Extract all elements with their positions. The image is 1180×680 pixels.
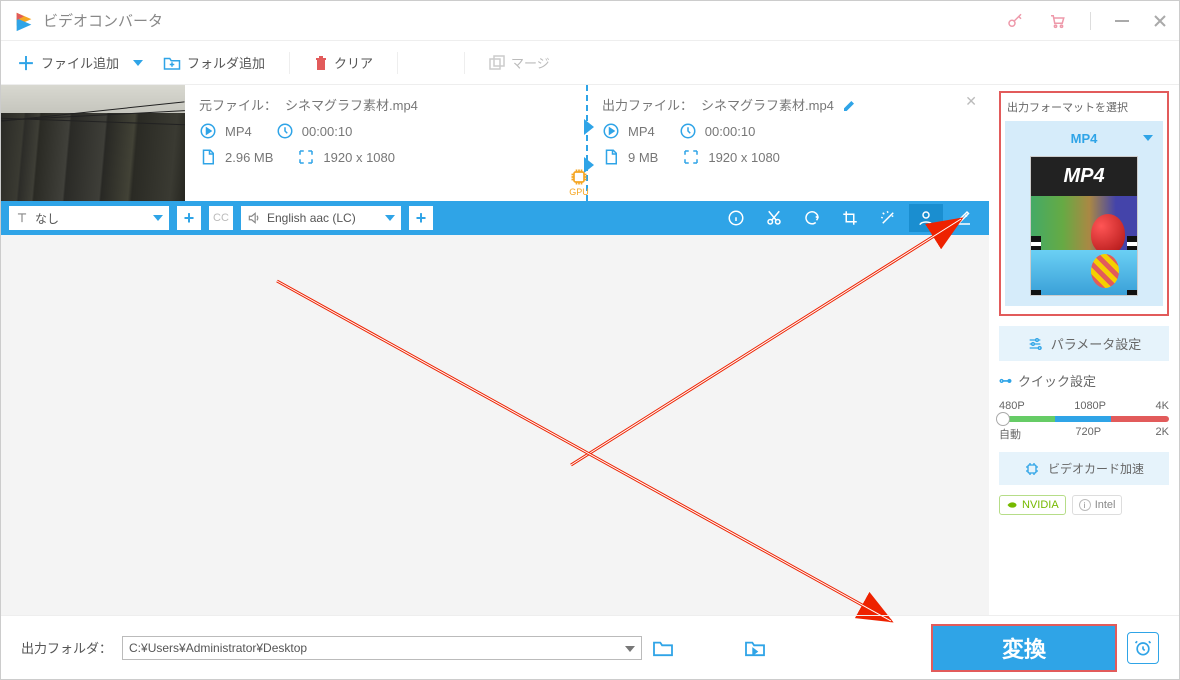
file-icon — [199, 148, 217, 166]
browse-folder-icon[interactable] — [652, 639, 674, 657]
crop-tool-icon[interactable] — [833, 204, 867, 232]
source-column: 元ファイル： シネマグラフ素材.mp4 MP4 00:00:10 2.96 MB… — [185, 85, 586, 201]
merge-button[interactable]: マージ — [481, 49, 558, 76]
source-size: 2.96 MB — [225, 150, 273, 165]
clock-icon — [679, 122, 697, 140]
info-tool-icon[interactable] — [719, 204, 753, 232]
add-file-button[interactable]: ＋ ファイル追加 — [9, 46, 127, 80]
empty-area — [1, 235, 989, 615]
add-file-label: ファイル追加 — [41, 53, 119, 72]
merge-label: マージ — [511, 53, 550, 72]
cart-icon[interactable] — [1048, 12, 1066, 30]
merge-icon — [489, 55, 505, 71]
chevron-down-icon — [1143, 135, 1153, 141]
clear-label: クリア — [334, 53, 373, 72]
open-output-icon[interactable] — [744, 639, 766, 657]
plus-icon: ＋ — [17, 50, 35, 76]
source-resolution: 1920 x 1080 — [323, 150, 395, 165]
source-file-name: シネマグラフ素材.mp4 — [285, 95, 418, 114]
source-format: MP4 — [225, 124, 252, 139]
slider-thumb[interactable] — [996, 412, 1010, 426]
output-format: MP4 — [628, 124, 655, 139]
annotation-arrow-2 — [271, 275, 911, 635]
key-icon[interactable] — [1006, 12, 1024, 30]
convert-button[interactable]: 変換 — [931, 624, 1117, 672]
format-label: 出力フォーマットを選択 — [1005, 97, 1163, 121]
footer-bar: 出力フォルダ： C:¥Users¥Administrator¥Desktop 変… — [1, 615, 1179, 679]
cut-tool-icon[interactable] — [757, 204, 791, 232]
param-settings-button[interactable]: パラメータ設定 — [999, 326, 1169, 361]
sliders-icon — [1027, 336, 1043, 352]
edit-name-icon[interactable] — [842, 97, 858, 113]
scheduler-icon[interactable] — [1127, 632, 1159, 664]
edit-tool-icon[interactable] — [947, 204, 981, 232]
gpu-badge: GPU — [569, 167, 589, 197]
edit-bar: なし + CC English aac (LC) + — [1, 201, 989, 235]
add-folder-label: フォルダ追加 — [187, 53, 265, 72]
main-toolbar: ＋ ファイル追加 フォルダ追加 クリア マージ — [1, 41, 1179, 85]
rotate-tool-icon[interactable] — [795, 204, 829, 232]
annotation-arrow-1 — [561, 205, 981, 475]
nvidia-chip: NVIDIA — [999, 495, 1066, 515]
quality-slider[interactable]: 480P1080P4K 自動720P2K — [999, 400, 1169, 442]
text-icon — [15, 211, 29, 225]
add-audio-button[interactable]: + — [409, 206, 433, 230]
add-file-caret-icon[interactable] — [133, 60, 143, 66]
resolution-icon — [682, 148, 700, 166]
chip-icon — [1024, 461, 1040, 477]
minimize-icon[interactable] — [1115, 14, 1129, 28]
effect-tool-icon[interactable] — [871, 204, 905, 232]
close-icon[interactable] — [1153, 14, 1167, 28]
output-file-name: シネマグラフ素材.mp4 — [701, 95, 834, 114]
gpu-accel-button[interactable]: ビデオカード加速 — [999, 452, 1169, 485]
output-size: 9 MB — [628, 150, 658, 165]
audio-select[interactable]: English aac (LC) — [241, 206, 401, 230]
subtitle-value: なし — [35, 210, 59, 227]
cc-button[interactable]: CC — [209, 206, 233, 230]
output-folder-label: 出力フォルダ： — [21, 638, 112, 657]
output-duration: 00:00:10 — [705, 124, 756, 139]
watermark-tool-icon[interactable] — [909, 204, 943, 232]
param-settings-label: パラメータ設定 — [1051, 334, 1142, 353]
format-box: 出力フォーマットを選択 MP4 MP4 — [999, 91, 1169, 316]
app-logo-icon — [13, 10, 35, 32]
format-icon — [199, 122, 217, 140]
chevron-down-icon — [625, 646, 635, 652]
quick-settings-label: ⊶ クイック設定 — [999, 371, 1169, 390]
add-folder-button[interactable]: フォルダ追加 — [155, 49, 273, 76]
output-file-label: 出力ファイル： — [602, 95, 693, 114]
format-icon — [602, 122, 620, 140]
window-title: ビデオコンバータ — [43, 10, 1006, 31]
clear-button[interactable]: クリア — [306, 49, 381, 76]
video-thumbnail[interactable] — [1, 85, 185, 201]
file-icon — [602, 148, 620, 166]
title-bar: ビデオコンバータ — [1, 1, 1179, 41]
clock-icon — [276, 122, 294, 140]
trash-icon — [314, 55, 328, 71]
output-path-value: C:¥Users¥Administrator¥Desktop — [129, 641, 307, 655]
output-path-field[interactable]: C:¥Users¥Administrator¥Desktop — [122, 636, 642, 660]
add-subtitle-button[interactable]: + — [177, 206, 201, 230]
folder-plus-icon — [163, 55, 181, 71]
audio-value: English aac (LC) — [267, 211, 356, 225]
resolution-icon — [297, 148, 315, 166]
format-select[interactable]: MP4 MP4 — [1005, 121, 1163, 306]
format-preview: MP4 — [1030, 156, 1138, 296]
output-resolution: 1920 x 1080 — [708, 150, 780, 165]
output-column: 出力ファイル： シネマグラフ素材.mp4 MP4 00:00:10 9 MB 1… — [588, 85, 989, 201]
speaker-icon — [247, 211, 261, 225]
subtitle-select[interactable]: なし — [9, 206, 169, 230]
format-value: MP4 — [1071, 131, 1098, 146]
source-file-label: 元ファイル： — [199, 95, 277, 114]
remove-item-icon[interactable]: ✕ — [965, 93, 977, 110]
file-item: ✕ 元ファイル： シネマグラフ素材.mp4 MP4 00:00:10 2.96 … — [1, 85, 989, 201]
gpu-accel-label: ビデオカード加速 — [1048, 460, 1144, 477]
source-duration: 00:00:10 — [302, 124, 353, 139]
side-panel: 出力フォーマットを選択 MP4 MP4 パラメータ設定 ⊶ クイック設定 — [989, 85, 1179, 615]
intel-chip: iIntel — [1072, 495, 1123, 515]
